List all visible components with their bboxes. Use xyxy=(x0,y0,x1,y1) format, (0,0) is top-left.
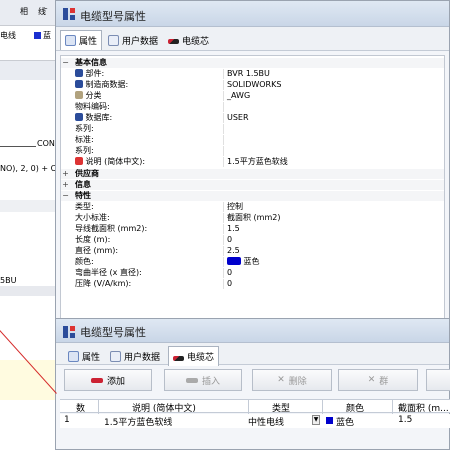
bg-yellow-panel xyxy=(0,360,60,400)
insert-icon xyxy=(185,377,198,383)
chevron-down-icon[interactable]: ▼ xyxy=(312,415,320,425)
core-table-header: 数 说明 (简体中文) 类型 颜色 截面积 (m... xyxy=(60,399,450,414)
prop-row[interactable]: 长度 (m): 0 xyxy=(61,235,444,245)
part-icon xyxy=(75,69,83,77)
bg-row xyxy=(0,200,60,212)
tab-label: 用户数据 xyxy=(124,352,161,363)
prop-row[interactable]: 压降 (V/A/km): 0 xyxy=(61,279,444,289)
prop-row[interactable]: 导线截面积 (mm2): 1.5 xyxy=(61,224,444,234)
col-description[interactable]: 说明 (简体中文) xyxy=(132,401,196,414)
description-flag-icon xyxy=(75,157,83,165)
add-button[interactable]: 添加 xyxy=(64,369,152,391)
cable-core-icon xyxy=(173,355,184,361)
prop-row[interactable]: 弯曲半径 (x 直径): 0 xyxy=(61,268,444,278)
tab-bar: 属性 用户数据 电缆芯 xyxy=(56,343,449,366)
tab-label: 用户数据 xyxy=(122,36,159,47)
background-header: 相 线̄ xyxy=(0,0,60,26)
prop-row[interactable]: 标准: xyxy=(61,135,444,145)
category-info[interactable]: + 信息 xyxy=(61,180,444,190)
prop-row[interactable]: 颜色: 蓝色 xyxy=(61,257,444,267)
tab-cable-core[interactable]: 电缆芯 xyxy=(164,30,213,50)
classification-icon xyxy=(75,91,83,99)
prop-row[interactable]: 物料编码: xyxy=(61,102,444,112)
add-cable-icon xyxy=(90,377,103,383)
user-data-icon xyxy=(108,34,119,46)
bg-row xyxy=(0,286,60,296)
property-grid: − 基本信息 部件: BVR 1.5BU 制造商数据: SOLIDWORKS 分类… xyxy=(60,55,445,323)
tab-user-data[interactable]: 用户数据 xyxy=(106,346,164,366)
prop-row[interactable]: 分类 _AWG xyxy=(61,91,444,101)
cell-area[interactable]: 1.5 xyxy=(398,415,412,425)
col-area[interactable]: 截面积 (m... xyxy=(398,401,449,414)
group-x-icon: ✕ xyxy=(367,375,376,385)
group-button[interactable]: ✕ 群 xyxy=(338,369,418,391)
color-swatch-icon xyxy=(326,417,333,424)
user-data-icon xyxy=(110,350,121,362)
cable-core-window: 电缆型号属性 属性 用户数据 电缆芯 添加 插入 ✕ 删除 ✕ 群 数 说明 (… xyxy=(55,318,450,450)
prop-row[interactable]: 部件: BVR 1.5BU xyxy=(61,69,444,79)
bg-col-header-2: 线̄ xyxy=(38,7,46,16)
cable-properties-window: 电缆型号属性 属性 用户数据 电缆芯 − 基本信息 部件: BVR 1.5BU 制… xyxy=(55,0,450,325)
window-title: 电缆型号属性 xyxy=(80,326,146,339)
overflow-button[interactable] xyxy=(426,369,450,391)
category-supplier[interactable]: + 供应商 xyxy=(61,169,444,179)
table-row[interactable]: 1 1.5平方蓝色软线 中性电线 ▼ 蓝色 1.5 xyxy=(60,414,450,428)
bg-cell-2: 蓝 xyxy=(43,31,51,40)
blue-swatch-icon xyxy=(34,32,41,39)
bg-frag-formula: NO), 2, 0) + C xyxy=(0,164,57,173)
tab-properties[interactable]: 属性 xyxy=(60,30,103,50)
app-icon xyxy=(63,8,75,20)
col-number[interactable]: 数 xyxy=(76,401,85,414)
title-bar: 电缆型号属性 xyxy=(56,1,449,27)
tab-label: 属性 xyxy=(79,37,98,47)
insert-button[interactable]: 插入 xyxy=(164,369,242,391)
prop-row[interactable]: 说明 (简体中文): 1.5平方蓝色软线 xyxy=(61,157,444,167)
prop-row[interactable]: 直径 (mm): 2.5 xyxy=(61,246,444,256)
title-bar: 电缆型号属性 xyxy=(56,319,449,343)
cell-number: 1 xyxy=(64,415,70,425)
window-title: 电缆型号属性 xyxy=(80,10,146,23)
tab-properties[interactable]: 属性 xyxy=(64,346,104,366)
properties-icon xyxy=(68,350,79,362)
properties-icon xyxy=(65,35,76,46)
tab-label: 电缆芯 xyxy=(187,353,215,363)
prop-row[interactable]: 制造商数据: SOLIDWORKS xyxy=(61,80,444,90)
app-icon xyxy=(63,326,75,338)
bg-frag-con: CON xyxy=(37,139,55,148)
prop-row[interactable]: 大小标准: 截面积 (mm2) xyxy=(61,213,444,223)
tab-label: 属性 xyxy=(82,352,101,363)
cable-core-icon xyxy=(168,39,179,44)
tab-user-data[interactable]: 用户数据 xyxy=(104,30,162,50)
prop-row[interactable]: 系列: xyxy=(61,146,444,156)
database-icon xyxy=(75,113,83,121)
bg-frag-bu: 5BU xyxy=(0,276,17,285)
background-window: 相 线̄ 电线 蓝 CON NO), 2, 0) + C 5BU xyxy=(0,0,60,450)
tab-cable-core[interactable]: 电缆芯 xyxy=(168,346,220,366)
bg-strip xyxy=(0,60,60,80)
prop-row[interactable]: 类型: 控制 xyxy=(61,202,444,212)
color-swatch-icon xyxy=(227,257,241,265)
manufacturer-icon xyxy=(75,80,83,88)
delete-button[interactable]: ✕ 删除 xyxy=(252,369,332,391)
tab-label: 电缆芯 xyxy=(182,36,210,47)
bg-underline xyxy=(0,146,36,147)
cell-color[interactable]: 蓝色 xyxy=(336,415,354,428)
bg-cell-1: 电线 xyxy=(0,31,16,40)
tab-bar: 属性 用户数据 电缆芯 xyxy=(56,27,449,51)
prop-row[interactable]: 数据库: USER xyxy=(61,113,444,123)
bg-col-header-1: 相 xyxy=(20,7,28,16)
category-features[interactable]: − 特性 xyxy=(61,191,444,201)
col-type[interactable]: 类型 xyxy=(272,401,290,414)
col-color[interactable]: 颜色 xyxy=(346,401,364,414)
cell-description[interactable]: 1.5平方蓝色软线 xyxy=(104,415,172,428)
delete-icon: ✕ xyxy=(277,375,285,385)
cell-type[interactable]: 中性电线 xyxy=(248,415,284,428)
category-basic[interactable]: − 基本信息 xyxy=(61,58,444,68)
prop-row[interactable]: 系列: xyxy=(61,124,444,134)
